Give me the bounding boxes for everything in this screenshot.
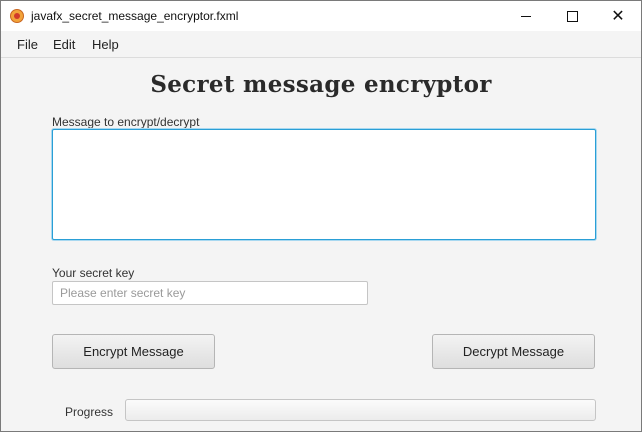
secret-key-input[interactable] <box>52 281 368 305</box>
message-label: Message to encrypt/decrypt <box>52 115 200 129</box>
maximize-icon <box>566 10 578 22</box>
maximize-button[interactable] <box>549 1 595 31</box>
decrypt-button[interactable]: Decrypt Message <box>432 334 595 369</box>
page-title: Secret message encryptor <box>150 71 492 98</box>
encrypt-button[interactable]: Encrypt Message <box>52 334 215 369</box>
close-button[interactable]: ✕ <box>595 1 641 31</box>
title-bar: javafx_secret_message_encryptor.fxml ✕ <box>1 1 641 31</box>
app-window: javafx_secret_message_encryptor.fxml ✕ F… <box>0 0 642 432</box>
menu-file[interactable]: File <box>17 37 38 52</box>
progress-bar <box>125 399 596 421</box>
message-textarea[interactable] <box>52 129 596 240</box>
menu-edit[interactable]: Edit <box>53 37 75 52</box>
window-title: javafx_secret_message_encryptor.fxml <box>31 9 239 23</box>
minimize-button[interactable] <box>503 1 549 31</box>
minimize-icon <box>521 15 531 17</box>
secret-key-label: Your secret key <box>52 266 135 280</box>
app-logo-icon <box>10 9 24 23</box>
menu-bar: File Edit Help <box>1 31 641 58</box>
close-icon: ✕ <box>611 8 625 25</box>
menu-help[interactable]: Help <box>92 37 119 52</box>
progress-label: Progress <box>65 405 114 419</box>
